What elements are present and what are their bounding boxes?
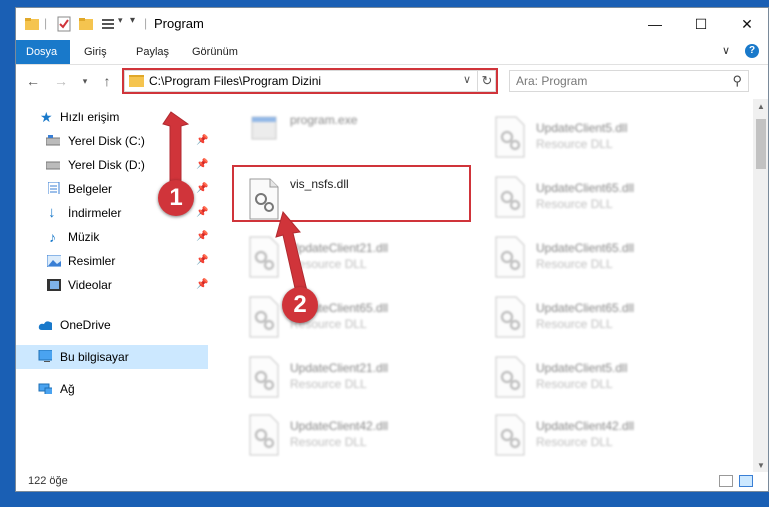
arrow-2 [275, 210, 309, 298]
annotation-arrows [162, 111, 309, 298]
step-1-badge: 1 [158, 180, 194, 216]
step-2-badge: 2 [282, 287, 318, 323]
